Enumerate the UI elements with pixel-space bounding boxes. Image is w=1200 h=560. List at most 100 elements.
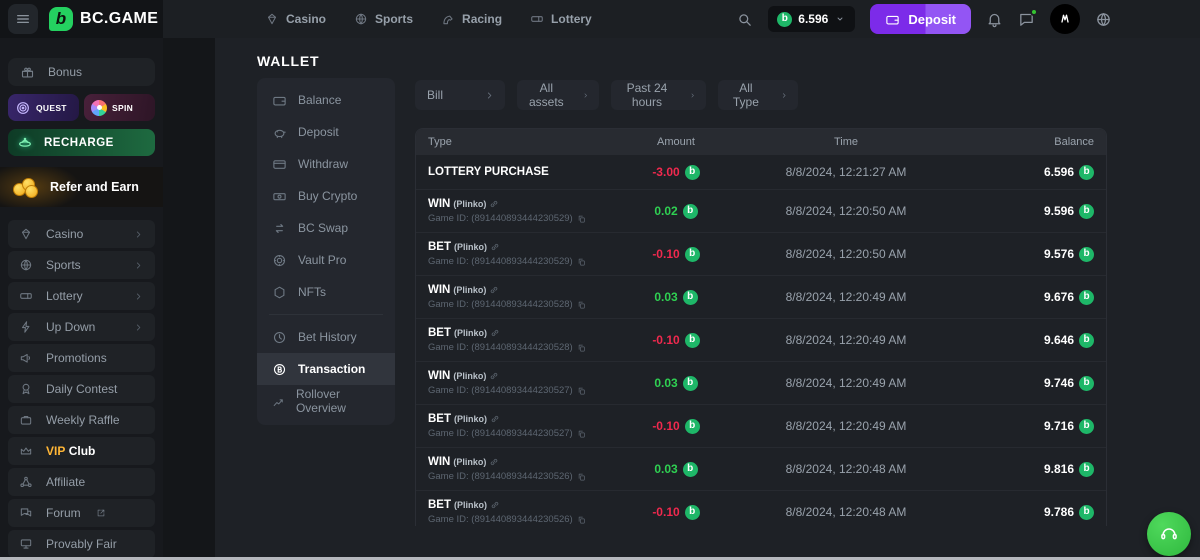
copy-icon	[577, 214, 586, 224]
bc-coin-icon: b	[1079, 204, 1094, 219]
amount-value: -0.10	[652, 505, 679, 519]
game-id: Game ID: (891440893444230528)	[428, 342, 586, 353]
amount-cell: -0.10b	[652, 419, 699, 434]
search-icon[interactable]	[736, 11, 753, 28]
link-icon	[490, 328, 500, 338]
chevron-right-icon	[133, 229, 144, 240]
wallet-nav-bet-history[interactable]: Bet History	[257, 321, 395, 353]
wallet-nav-bc-swap[interactable]: BC Swap	[257, 212, 395, 244]
wallet-nav-vault-pro[interactable]: Vault Pro	[257, 244, 395, 276]
sidebar-item-casino[interactable]: Casino	[8, 220, 155, 248]
spin-label: SPIN	[112, 103, 133, 113]
refer-and-earn-banner[interactable]: Refer and Earn	[0, 167, 163, 207]
bc-coin-icon: b	[1079, 247, 1094, 262]
balance-value: 9.716	[1044, 419, 1074, 433]
table-body: LOTTERY PURCHASE-3.00b8/8/2024, 12:21:27…	[416, 155, 1106, 526]
sidebar-item-up-down[interactable]: Up Down	[8, 313, 155, 341]
recharge-button[interactable]: RECHARGE	[8, 129, 155, 156]
balance-selector[interactable]: b 6.596	[768, 6, 855, 32]
filter-bill[interactable]: Bill	[415, 80, 505, 110]
bc-coin-icon: b	[777, 12, 792, 27]
chevron-right-icon	[582, 90, 589, 101]
wallet-nav-rollover-overview[interactable]: Rollover Overview	[257, 385, 395, 417]
time-cell: 8/8/2024, 12:20:49 AM	[786, 333, 907, 347]
spin-button[interactable]: SPIN	[84, 94, 155, 121]
sidebar-item-forum[interactable]: Forum	[8, 499, 155, 527]
filter-value: Past 24 hours	[623, 81, 671, 109]
nav-item-lottery[interactable]: Lottery	[530, 12, 592, 26]
column-header-balance[interactable]: Balance	[1054, 136, 1094, 148]
external-link-icon	[96, 508, 106, 518]
copy-icon	[577, 386, 586, 396]
game-id: Game ID: (891440893444230529)	[428, 213, 586, 224]
gem-icon	[265, 12, 279, 26]
menu-button[interactable]	[8, 4, 38, 34]
wallet-nav-withdraw[interactable]: Withdraw	[257, 148, 395, 180]
link-icon	[489, 457, 499, 467]
type-cell: LOTTERY PURCHASE	[416, 166, 586, 178]
filter-past-24-hours[interactable]: Past 24 hours	[611, 80, 706, 110]
wallet-nav-deposit[interactable]: Deposit	[257, 116, 395, 148]
wallet-nav-buy-crypto[interactable]: Buy Crypto	[257, 180, 395, 212]
spin-wheel-icon	[91, 100, 107, 116]
transaction-row: WIN(Plinko)Game ID: (891440893444230526)…	[416, 447, 1106, 490]
chevron-right-icon	[133, 260, 144, 271]
swap-icon	[272, 221, 287, 236]
link-icon	[489, 285, 499, 295]
wallet-nav-label: BC Swap	[298, 221, 348, 235]
quest-button[interactable]: QUEST	[8, 94, 79, 121]
sidebar-item-bonus[interactable]: Bonus	[8, 58, 155, 86]
sidebar-item-vip-club[interactable]: VIP Club	[8, 437, 155, 465]
forum-icon	[19, 506, 33, 520]
sidebar-item-sports[interactable]: Sports	[8, 251, 155, 279]
filter-all-assets[interactable]: All assets	[517, 80, 599, 110]
game-name: (Plinko)	[453, 285, 486, 295]
balance-value: 9.676	[1044, 290, 1074, 304]
wallet-nav-balance[interactable]: Balance	[257, 84, 395, 116]
support-button[interactable]	[1147, 512, 1191, 556]
sidebar-item-lottery[interactable]: Lottery	[8, 282, 155, 310]
transaction-row: BET(Plinko)Game ID: (891440893444230528)…	[416, 318, 1106, 361]
column-header-amount[interactable]: Amount	[657, 136, 695, 148]
deposit-button[interactable]: Deposit	[870, 4, 971, 34]
sidebar-item-promotions[interactable]: Promotions	[8, 344, 155, 372]
nav-item-racing[interactable]: Racing	[441, 12, 502, 26]
coinT-icon	[272, 362, 287, 377]
language-button[interactable]	[1095, 11, 1112, 28]
wallet-nav-label: NFTs	[298, 285, 326, 299]
filter-all-type[interactable]: All Type	[718, 80, 798, 110]
card-icon	[272, 157, 287, 172]
sidebar-item-provably-fair[interactable]: Provably Fair	[8, 530, 155, 558]
amount-value: -0.10	[652, 419, 679, 433]
game-id: Game ID: (891440893444230529)	[428, 256, 586, 267]
sidebar-item-affiliate[interactable]: Affiliate	[8, 468, 155, 496]
wallet-nav-transaction[interactable]: Transaction	[257, 353, 395, 385]
link-icon	[490, 500, 500, 510]
column-header-type[interactable]: Type	[416, 136, 586, 148]
deposit-button-label: Deposit	[908, 12, 956, 27]
sidebar-item-weekly-raffle[interactable]: Weekly Raffle	[8, 406, 155, 434]
filters-row: Bill All assets Past 24 hours All Type	[415, 80, 1107, 110]
sidebar-item-label: Daily Contest	[46, 382, 117, 396]
notifications-button[interactable]	[986, 11, 1003, 28]
filter-value: All Type	[730, 81, 762, 109]
chevron-right-icon	[133, 322, 144, 333]
avatar[interactable]	[1050, 4, 1080, 34]
piggy-icon	[272, 125, 287, 140]
game-name: (Plinko)	[454, 328, 487, 338]
wallet-nav-nfts[interactable]: NFTs	[257, 276, 395, 308]
balance-cell: 6.596b	[1044, 165, 1094, 180]
balance-cell: 9.816b	[1044, 462, 1094, 477]
chat-button[interactable]	[1018, 11, 1035, 28]
sidebar-item-daily-contest[interactable]: Daily Contest	[8, 375, 155, 403]
nav-item-casino[interactable]: Casino	[265, 12, 326, 26]
ufo-icon	[17, 135, 33, 151]
ticket-icon	[530, 12, 544, 26]
wallet-nav-label: Balance	[298, 93, 341, 107]
bcgame-logo-icon: b	[49, 7, 73, 31]
bc-coin-icon: b	[683, 204, 698, 219]
nav-item-sports[interactable]: Sports	[354, 12, 413, 26]
column-header-time[interactable]: Time	[834, 136, 858, 148]
bcgame-logo[interactable]: b BC.GAME	[49, 7, 158, 31]
chevron-right-icon	[780, 90, 788, 101]
